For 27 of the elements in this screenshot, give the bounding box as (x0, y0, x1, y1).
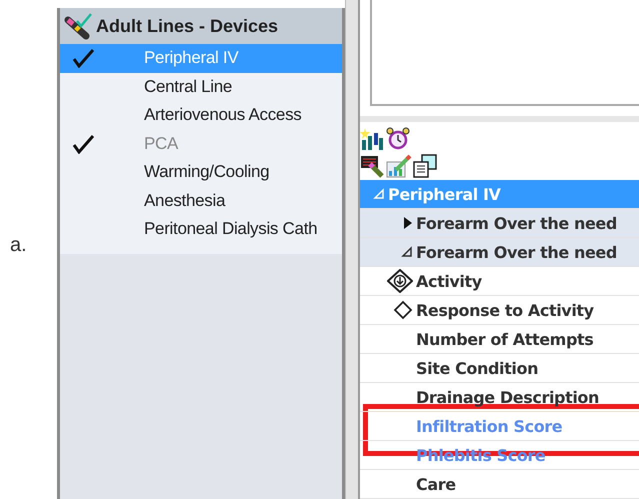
lines-devices-icon (64, 12, 94, 40)
panel-title: Adult Lines - Devices (96, 16, 278, 36)
checkmark-icon (72, 48, 94, 68)
assessment-row[interactable]: Activity (360, 267, 639, 296)
assessment-row[interactable]: Drainage Description (360, 383, 639, 412)
assessment-row[interactable]: Care (360, 470, 639, 499)
assessment-row[interactable]: Response to Activity (360, 296, 639, 325)
device-list-item[interactable]: Peritoneal Dialysis Cath (60, 215, 342, 244)
collapsed-triangle-icon[interactable] (403, 216, 413, 230)
figure-label: a. (10, 234, 27, 257)
tree-group-row[interactable]: Forearm Over the need (360, 238, 639, 267)
grid-pencil-icon[interactable] (360, 154, 386, 178)
device-list-item[interactable]: Arteriovenous Access (60, 101, 342, 130)
diamond-arrow-icon (387, 269, 413, 293)
alarm-clock-icon[interactable] (386, 126, 410, 150)
assessment-row[interactable]: Site Condition (360, 354, 639, 383)
assessment-row[interactable]: Number of Attempts (360, 325, 639, 354)
device-list-item[interactable]: Central Line (60, 72, 342, 101)
tree-group-row[interactable]: Forearm Over the need (360, 209, 639, 238)
chart-star-icon[interactable] (360, 126, 384, 150)
device-list-item[interactable]: Anesthesia (60, 186, 342, 215)
device-list-item[interactable]: Warming/Cooling (60, 158, 342, 186)
chart-pencil-icon[interactable] (386, 154, 412, 178)
expanded-triangle-icon[interactable] (401, 246, 413, 258)
diamond-icon (393, 300, 413, 320)
copy-documents-icon[interactable] (412, 154, 438, 178)
checkmark-icon (72, 134, 94, 154)
